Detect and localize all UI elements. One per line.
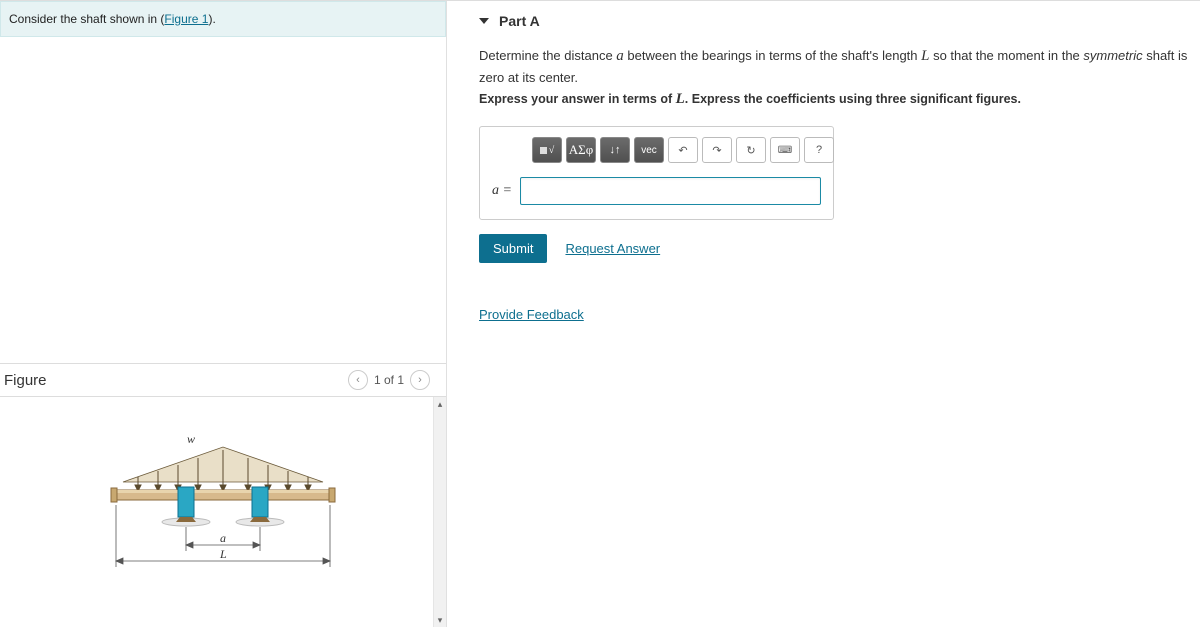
problem-intro: Consider the shaft shown in (Figure 1). [0, 1, 446, 37]
figure-link[interactable]: Figure 1 [164, 12, 208, 26]
scroll-up-icon: ▴ [434, 397, 446, 411]
left-column: Consider the shaft shown in (Figure 1). … [0, 1, 447, 627]
answer-label: a = [492, 183, 512, 199]
vec-button[interactable]: vec [634, 137, 664, 163]
provide-feedback-link[interactable]: Provide Feedback [479, 307, 584, 322]
greek-button[interactable]: ΑΣφ [566, 137, 596, 163]
prompt-italic: symmetric [1083, 48, 1142, 63]
collapse-icon [479, 18, 489, 24]
main-container: Consider the shaft shown in (Figure 1). … [0, 1, 1200, 627]
var-a: a [616, 48, 624, 64]
equation-toolbar: √ ΑΣφ ↓↑ vec ↶ ↷ ↻ ⌨ ? [532, 137, 821, 163]
answer-box: √ ΑΣφ ↓↑ vec ↶ ↷ ↻ ⌨ ? a = [479, 126, 834, 220]
prompt-pre: Determine the distance [479, 48, 616, 63]
hint-pre: Express your answer in terms of [479, 92, 676, 106]
scroll-down-icon: ▾ [434, 613, 446, 627]
part-title: Part A [499, 13, 540, 29]
prompt-text: Determine the distance a between the bea… [479, 45, 1192, 87]
figure-prev-button[interactable]: ‹ [348, 370, 368, 390]
figure-label-w: w [187, 432, 195, 446]
request-answer-link[interactable]: Request Answer [565, 241, 660, 256]
figure-header: Figure ‹ 1 of 1 › [0, 363, 446, 397]
redo-button[interactable]: ↷ [702, 137, 732, 163]
figure-svg: a L w [83, 427, 363, 597]
intro-post: ). [208, 12, 215, 26]
figure-label-L: L [219, 547, 227, 561]
help-button[interactable]: ? [804, 137, 834, 163]
figure-pager: ‹ 1 of 1 › [348, 370, 442, 390]
prompt-post: so that the moment in the [929, 48, 1083, 63]
figure-pager-label: 1 of 1 [374, 373, 404, 387]
answer-input[interactable] [520, 177, 821, 205]
subsup-button[interactable]: ↓↑ [600, 137, 630, 163]
figure-label-a: a [220, 531, 226, 545]
intro-pre: Consider the shaft shown in ( [9, 12, 164, 26]
part-header[interactable]: Part A [479, 13, 1192, 29]
figure-next-button[interactable]: › [410, 370, 430, 390]
reset-button[interactable]: ↻ [736, 137, 766, 163]
right-column: Part A Determine the distance a between … [447, 1, 1200, 627]
hint-text: Express your answer in terms of L. Expre… [479, 91, 1192, 108]
hint-L: L [676, 91, 685, 107]
figure-area: ▴ ▾ [0, 397, 446, 627]
undo-button[interactable]: ↶ [668, 137, 698, 163]
submit-button[interactable]: Submit [479, 234, 547, 263]
prompt-mid: between the bearings in terms of the sha… [624, 48, 921, 63]
figure-heading: Figure [4, 372, 47, 389]
templates-button[interactable]: √ [532, 137, 562, 163]
submit-row: Submit Request Answer [479, 234, 1192, 263]
hint-post: . Express the coefficients using three s… [685, 92, 1021, 106]
keyboard-button[interactable]: ⌨ [770, 137, 800, 163]
answer-input-row: a = [492, 177, 821, 205]
figure-scrollbar[interactable]: ▴ ▾ [433, 397, 446, 627]
